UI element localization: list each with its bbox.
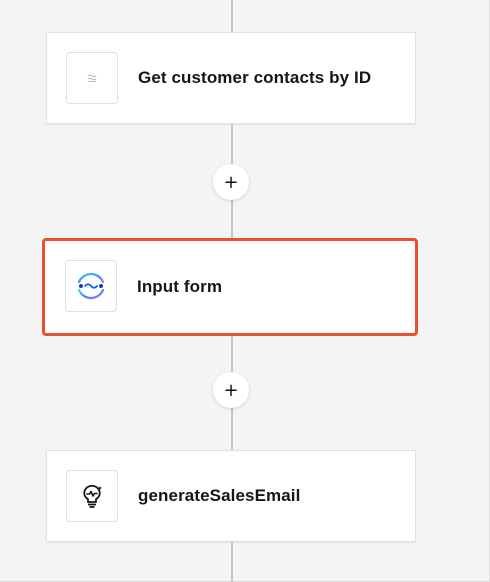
ai-skill-icon xyxy=(83,484,102,508)
connector-line xyxy=(231,0,233,34)
node-icon-box xyxy=(66,470,118,522)
connector-line xyxy=(231,542,233,582)
node-icon-box xyxy=(65,260,117,312)
node-icon-box xyxy=(66,52,118,104)
node-label: Get customer contacts by ID xyxy=(138,68,372,87)
add-step-button[interactable]: + xyxy=(213,164,249,200)
tool-icon xyxy=(87,74,97,82)
node-label: Input form xyxy=(137,277,223,296)
flow-node-generate-sales-email[interactable]: generateSalesEmail xyxy=(46,450,416,542)
add-step-button[interactable]: + xyxy=(213,372,249,408)
node-label: generateSalesEmail xyxy=(138,486,301,505)
flow-node-get-customer-contacts[interactable]: Get customer contacts by ID xyxy=(46,32,416,124)
flow-canvas: Get customer contacts by ID + Input form… xyxy=(0,0,490,582)
input-form-icon xyxy=(77,272,105,300)
flow-node-input-form[interactable]: Input form xyxy=(42,238,418,336)
